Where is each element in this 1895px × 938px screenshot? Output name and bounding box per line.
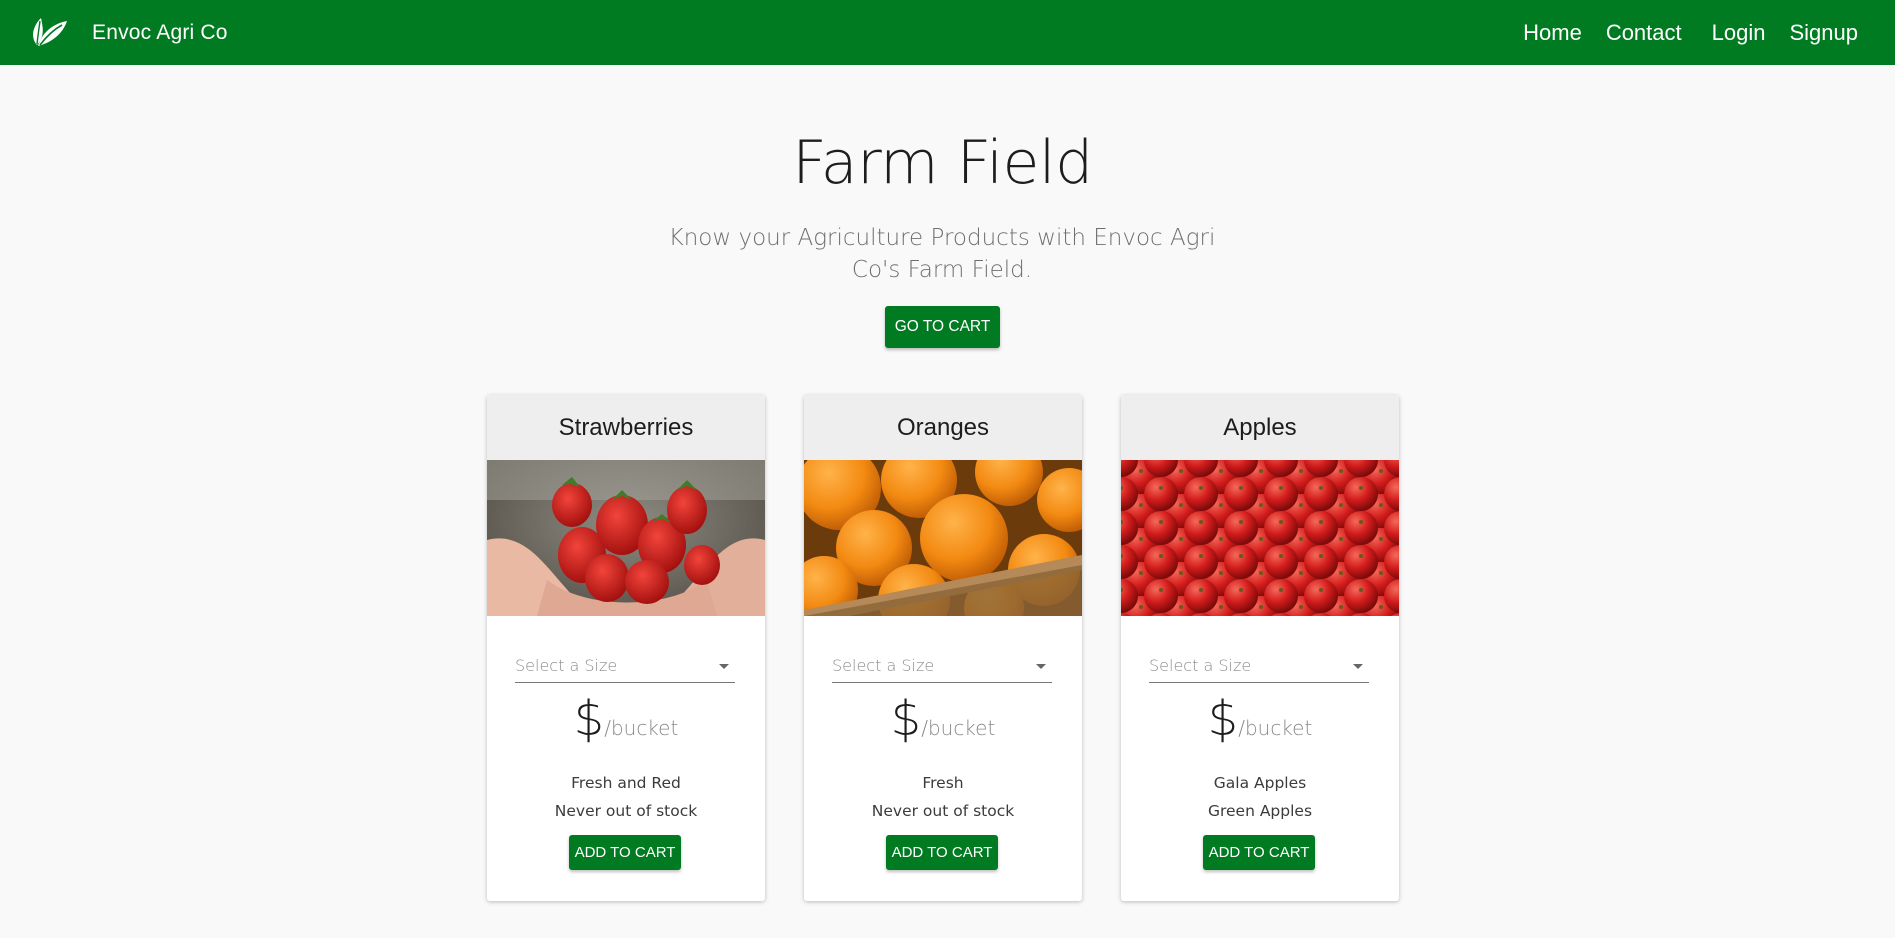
size-placeholder: Select a Size [1149, 656, 1252, 675]
price-unit: /bucket [1238, 716, 1313, 740]
top-navbar: Envoc Agri Co Home Contact Login Signup [0, 0, 1895, 65]
size-select[interactable]: Select a Size [832, 653, 1052, 683]
price-currency: $ [1207, 691, 1239, 747]
price-unit: /bucket [921, 716, 996, 740]
nav-signup-link[interactable]: Signup [1789, 20, 1858, 46]
price-currency: $ [890, 691, 922, 747]
leaf-icon [33, 17, 67, 46]
product-card-apples: Apples Select a Size $ /bucket Gala Appl… [1121, 395, 1399, 901]
price-currency: $ [573, 691, 605, 747]
product-description: Fresh Never out of stock [804, 769, 1082, 825]
nav-home-link[interactable]: Home [1523, 20, 1582, 46]
product-description: Fresh and Red Never out of stock [487, 769, 765, 825]
product-title: Oranges [804, 395, 1082, 460]
add-to-cart-button[interactable]: ADD TO CART [569, 835, 681, 870]
product-title: Apples [1121, 395, 1399, 460]
size-select[interactable]: Select a Size [515, 653, 735, 683]
description-line: Fresh and Red [571, 774, 681, 792]
price-unit: /bucket [604, 716, 679, 740]
add-to-cart-button[interactable]: ADD TO CART [886, 835, 998, 870]
product-description: Gala Apples Green Apples [1121, 769, 1399, 825]
description-line: Never out of stock [871, 802, 1015, 820]
price: $ /bucket [1121, 691, 1399, 747]
strawberries-image [487, 460, 765, 616]
oranges-image [804, 460, 1082, 616]
description-line: Green Apples [1207, 802, 1313, 820]
dropdown-caret-icon [1036, 664, 1046, 669]
nav-login-link[interactable]: Login [1712, 20, 1766, 46]
go-to-cart-button[interactable]: GO TO CART [885, 306, 1000, 348]
product-card-strawberries: Strawberries Select a Size $ /bucket Fre… [487, 395, 765, 901]
size-placeholder: Select a Size [515, 656, 618, 675]
description-line: Never out of stock [554, 802, 698, 820]
apples-image [1121, 460, 1399, 616]
dropdown-caret-icon [1353, 664, 1363, 669]
dropdown-caret-icon [719, 664, 729, 669]
product-title: Strawberries [487, 395, 765, 460]
add-to-cart-button[interactable]: ADD TO CART [1203, 835, 1315, 870]
page-subtitle: Know your Agriculture Products with Envo… [668, 225, 1216, 283]
nav-contact-link[interactable]: Contact [1606, 20, 1682, 46]
price: $ /bucket [804, 691, 1082, 747]
size-select[interactable]: Select a Size [1149, 653, 1369, 683]
price: $ /bucket [487, 691, 765, 747]
size-placeholder: Select a Size [832, 656, 935, 675]
description-line: Fresh [922, 774, 964, 792]
product-card-oranges: Oranges Select a Size $ /bucket Fresh Ne… [804, 395, 1082, 901]
nav-links: Home Contact Login Signup [1523, 0, 1858, 65]
description-line: Gala Apples [1213, 774, 1307, 792]
brand[interactable]: Envoc Agri Co [28, 15, 228, 51]
page-title: Farm Field [792, 128, 1093, 198]
brand-name: Envoc Agri Co [92, 20, 228, 44]
